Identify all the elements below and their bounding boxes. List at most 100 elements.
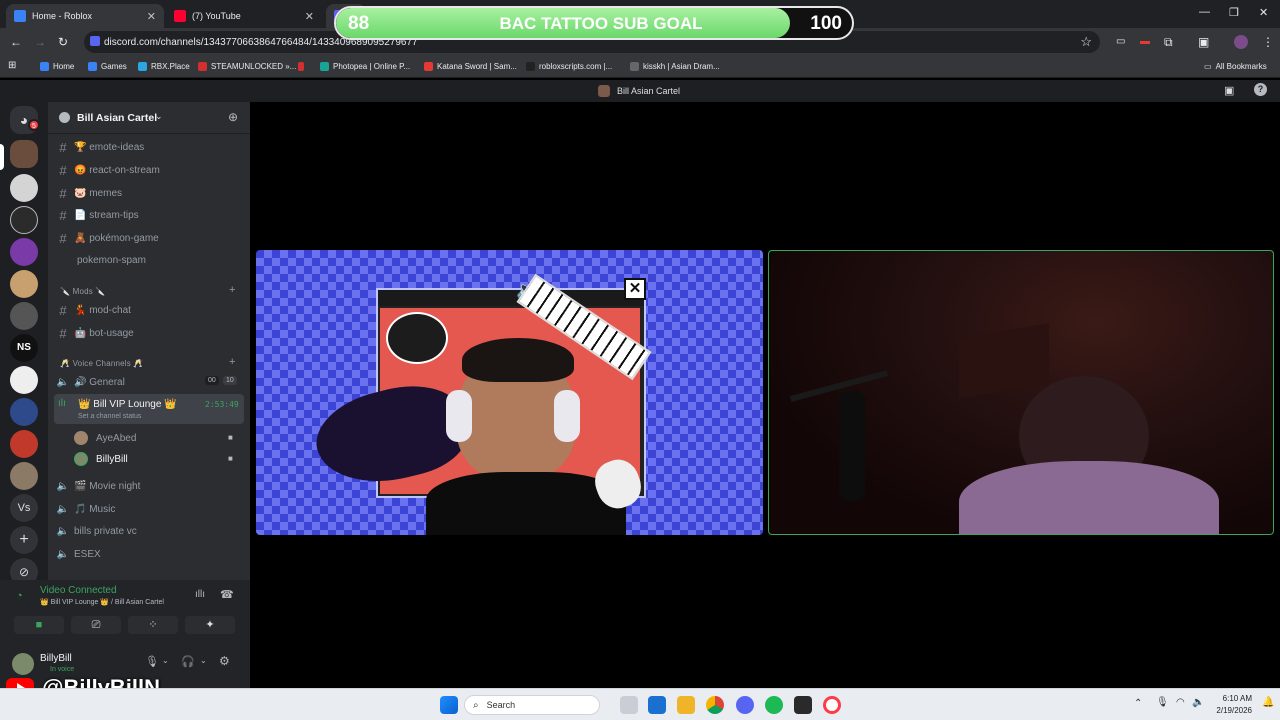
wifi-icon[interactable]: ◠ [1176, 697, 1185, 708]
soundboard-button[interactable]: ✦ [185, 616, 235, 634]
activities-button[interactable]: ⁘ [128, 616, 178, 634]
voice-member[interactable]: AyeAbed ■ [74, 428, 244, 448]
spotify-icon[interactable] [765, 696, 783, 714]
headphones-icon[interactable]: 🎧 [181, 655, 195, 668]
chevron-down-icon[interactable]: ⌄ [162, 656, 169, 665]
voice-channel-bills-private[interactable]: 🔈 bills private vc [54, 521, 244, 541]
video-tile-streamer[interactable]: ✕ 🔈 [256, 250, 763, 535]
channel-status[interactable]: Set a channel status [78, 413, 141, 420]
tab-youtube[interactable]: (7) YouTube ✕ [166, 4, 322, 28]
voice-channel-music[interactable]: 🔈 🎵 Music [54, 499, 244, 519]
add-channel-icon[interactable]: + [229, 356, 235, 368]
server-bill-asian-cartel[interactable] [10, 140, 38, 168]
bookmark-item[interactable]: Photopea | Online P... [320, 62, 410, 71]
bookmark-item[interactable]: STEAMUNLOCKED »... [198, 62, 296, 71]
bookmark-item[interactable]: RBX.Place [138, 62, 190, 71]
back-icon[interactable]: ← [10, 35, 22, 49]
chevron-down-icon[interactable]: ⌄ [200, 656, 207, 665]
channel-mod-chat[interactable]: # 💃 mod-chat [54, 300, 244, 320]
tab-roblox[interactable]: Home - Roblox ✕ [6, 4, 164, 28]
close-tab-icon[interactable]: ✕ [147, 10, 156, 23]
extension-red-icon[interactable]: ▬ [1140, 35, 1150, 49]
voice-channel-general[interactable]: 🔈 🔊 General 00 10 [54, 372, 244, 392]
taskbar-app-icon[interactable] [648, 696, 666, 714]
connection-location[interactable]: 👑 Bill VIP Lounge 👑 / Bill Asian Cartel [40, 598, 164, 606]
disconnect-icon[interactable]: ☎ [220, 588, 234, 601]
taskbar-app-icon[interactable] [620, 696, 638, 714]
taskbar-search[interactable]: ⌕ Search [464, 695, 600, 715]
apps-grid-icon[interactable]: ⊞ [8, 60, 16, 71]
taskbar-app-icon[interactable] [794, 696, 812, 714]
bookmark-star-icon[interactable]: ☆ [1080, 34, 1092, 50]
forward-icon[interactable]: → [34, 35, 46, 49]
connection-signal-icon[interactable]: ◔ [16, 590, 23, 602]
extensions-puzzle-icon[interactable]: ⧉ [1164, 35, 1173, 49]
notification-bell-icon[interactable]: 🔔 [1262, 697, 1274, 708]
voice-member[interactable]: BillyBill ■ [74, 449, 244, 469]
channel-emote-ideas[interactable]: # 🏆 emote-ideas [54, 137, 244, 157]
voice-channel-movie-night[interactable]: 🔈 🎬 Movie night [54, 476, 244, 496]
server-vs-icon[interactable]: Vs [10, 494, 38, 522]
server-icon[interactable] [10, 302, 38, 330]
microphone-icon[interactable]: 🎙 [145, 655, 159, 668]
bookmark-item[interactable]: Games [88, 62, 127, 71]
clock-date[interactable]: 2/19/2026 [1212, 706, 1252, 715]
bookmark-item[interactable] [298, 62, 308, 71]
channel-memes[interactable]: # 🐷 memes [54, 183, 244, 203]
noise-suppression-icon[interactable]: ıllı [195, 589, 205, 600]
help-icon[interactable]: ? [1254, 83, 1267, 96]
bookmark-item[interactable]: Katana Sword | Sam... [424, 62, 517, 71]
server-icon[interactable] [10, 366, 38, 394]
server-header[interactable]: Bill Asian Cartel ⌄ ⊕ [48, 102, 250, 134]
server-ns-icon[interactable]: NS [10, 334, 38, 362]
channel-stream-tips[interactable]: # 📄 stream-tips [54, 205, 244, 225]
bookmark-item[interactable]: kisskh | Asian Dram... [630, 62, 720, 71]
site-info-icon[interactable] [90, 36, 100, 46]
channel-pokemon-game[interactable]: # 🧸 pokémon-game [54, 228, 244, 248]
server-icon[interactable] [10, 430, 38, 458]
server-icon[interactable] [10, 398, 38, 426]
reload-icon[interactable]: ↻ [58, 35, 68, 49]
server-icon[interactable] [10, 270, 38, 298]
video-button[interactable]: ■ [14, 616, 64, 634]
minimize-icon[interactable]: — [1199, 6, 1210, 18]
volume-icon[interactable]: 🔈 [1192, 697, 1204, 708]
share-screen-button[interactable]: ⎚ [71, 616, 121, 634]
extension-icon[interactable]: ▭ [1116, 35, 1125, 49]
opera-icon[interactable] [823, 696, 841, 714]
add-server-icon[interactable]: + [10, 526, 38, 554]
category-voice[interactable]: 🥂 Voice Channels 🥂 [60, 359, 144, 368]
bookmark-item[interactable]: robloxscripts.com |... [526, 62, 612, 71]
all-bookmarks[interactable]: ▭ All Bookmarks [1204, 62, 1267, 71]
video-tile-billybill[interactable] [768, 250, 1274, 535]
inbox-icon[interactable]: ▣ [1224, 84, 1234, 97]
restore-icon[interactable]: ❐ [1229, 6, 1239, 19]
channel-bot-usage[interactable]: # 🤖 bot-usage [54, 323, 244, 343]
bookmark-item[interactable]: Home [40, 62, 74, 71]
server-icon[interactable] [10, 174, 38, 202]
voice-channel-esex[interactable]: 🔈 ESEX [54, 544, 244, 564]
sidepanel-icon[interactable]: ▣ [1198, 35, 1209, 49]
server-icon[interactable] [10, 462, 38, 490]
file-explorer-icon[interactable] [677, 696, 695, 714]
mic-tray-icon[interactable]: 🎙 [1156, 697, 1169, 708]
invite-people-icon[interactable]: ⊕ [228, 110, 238, 124]
channel-react-on-stream[interactable]: # 😡 react-on-stream [54, 160, 244, 180]
voice-channel-vip-lounge[interactable]: ılı 👑 Bill VIP Lounge 👑 2:53:49 Set a ch… [54, 394, 244, 424]
clock-time[interactable]: 6:10 AM [1220, 694, 1252, 703]
server-icon[interactable] [10, 238, 38, 266]
close-tab-icon[interactable]: ✕ [305, 10, 314, 23]
category-mods[interactable]: 🔪 Mods 🔪 [60, 287, 106, 296]
start-button-icon[interactable] [440, 696, 458, 714]
tray-chevron-icon[interactable]: ⌃ [1134, 698, 1142, 709]
channel-pokemon-spam[interactable]: pokemon-spam [54, 250, 244, 270]
server-icon[interactable] [10, 206, 38, 234]
chrome-icon[interactable] [706, 696, 724, 714]
menu-icon[interactable]: ⋮ [1262, 35, 1274, 49]
discord-taskbar-icon[interactable] [736, 696, 754, 714]
add-channel-icon[interactable]: + [229, 284, 235, 296]
close-window-icon[interactable]: ✕ [1259, 6, 1268, 19]
avatar[interactable] [12, 653, 34, 675]
settings-gear-icon[interactable]: ⚙ [219, 654, 230, 668]
profile-avatar[interactable] [1234, 35, 1248, 49]
